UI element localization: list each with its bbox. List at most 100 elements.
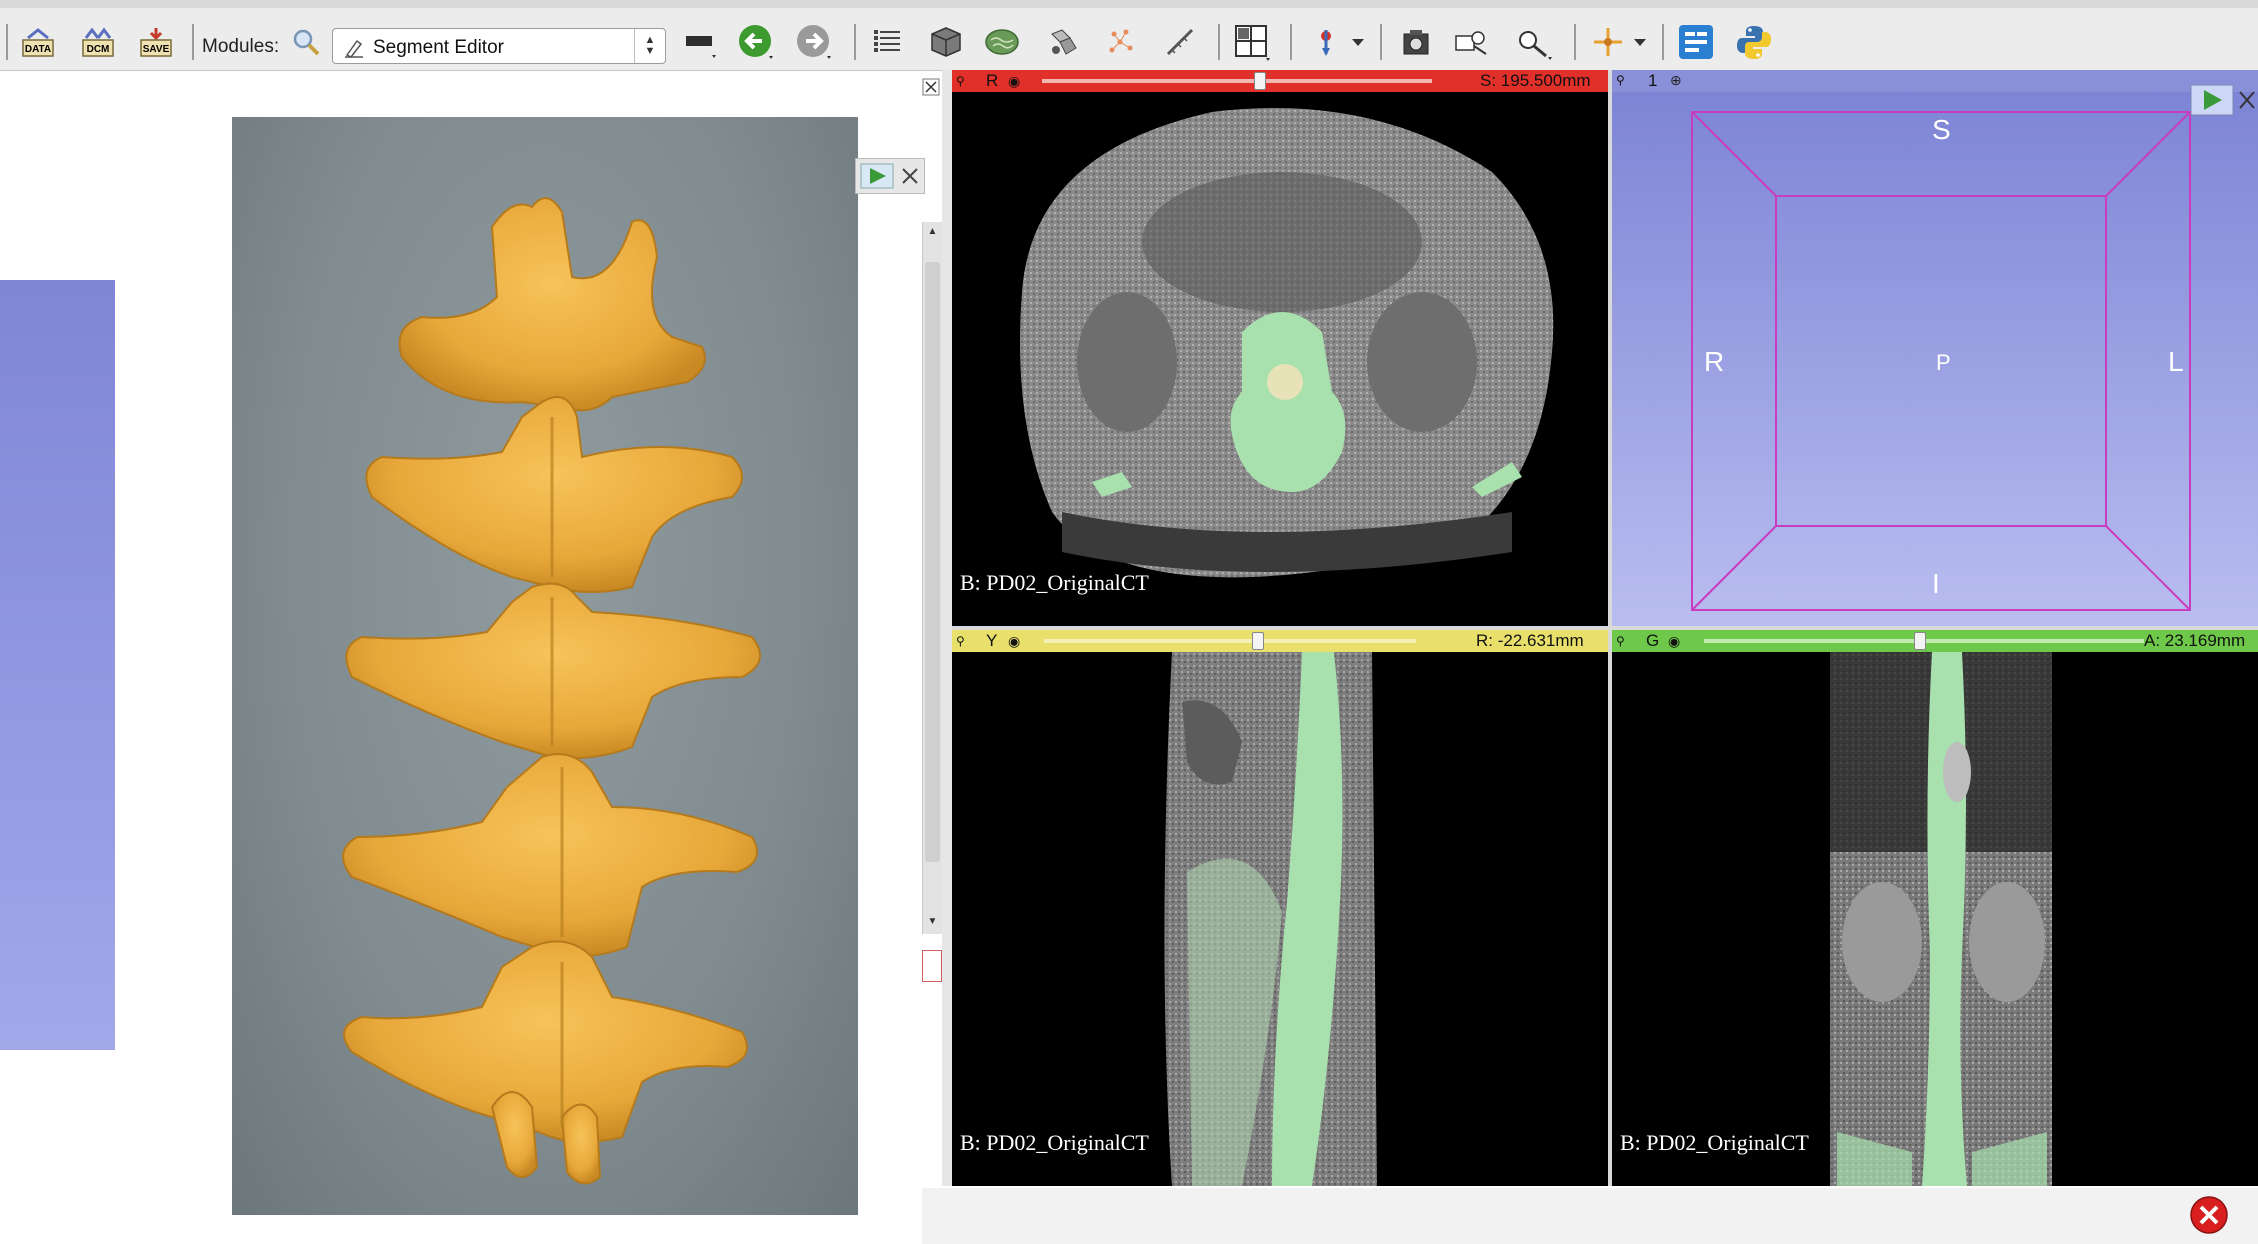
threed-view-index: 1 — [1648, 71, 1658, 90]
green-slice-view[interactable]: ⚲ G ◉ A: 23.169mm B: PD02_OriginalCT — [1612, 630, 2258, 1186]
scrollbar-thumb[interactable] — [925, 262, 940, 862]
main-toolbar: DATA DCM SAVE Modules: Segment Editor ▲ ▼ — [0, 8, 2258, 71]
pin-icon[interactable]: ⚲ — [956, 634, 965, 648]
orientation-superior: S — [1932, 114, 1951, 145]
green-volume-label: B: PD02_OriginalCT — [1620, 1130, 1809, 1155]
crosshair-menu-button[interactable] — [1628, 22, 1652, 62]
red-slice-view[interactable]: ⚲ R ◉ S: 195.500mm B: PD02_OriginalCT — [952, 70, 1608, 626]
orientation-posterior: P — [1936, 350, 1951, 375]
yellow-view-letter: Y — [986, 631, 998, 650]
eye-icon[interactable]: ◉ — [1008, 73, 1020, 90]
yellow-slice-offset: R: -22.631mm — [1476, 631, 1584, 650]
panel-close-icon[interactable] — [922, 78, 942, 98]
red-slice-slider-track[interactable] — [1042, 79, 1432, 83]
data-label: DATA — [25, 44, 51, 55]
red-view-letter: R — [986, 71, 999, 90]
forward-arrow-icon — [797, 25, 831, 59]
models-button[interactable] — [982, 22, 1022, 62]
toolbar-separator — [192, 24, 194, 60]
red-slice-slider-thumb[interactable] — [1254, 72, 1266, 90]
error-log-icon[interactable] — [2189, 1195, 2229, 1235]
fiducial-place-button[interactable] — [1306, 22, 1346, 62]
pin-icon[interactable]: ⚲ — [1616, 634, 1625, 648]
module-search-button[interactable] — [286, 22, 326, 62]
fiducial-menu-button[interactable] — [1346, 22, 1370, 62]
screenshot-button[interactable] — [1396, 22, 1436, 62]
scroll-down-icon[interactable]: ▼ — [925, 916, 940, 930]
ruler-button[interactable] — [1160, 22, 1200, 62]
layout-grid-button[interactable] — [1232, 22, 1272, 62]
threed-view[interactable]: ⚲ 1 ⊕ S I R L P — [1612, 70, 2258, 626]
grid-layout-icon — [1235, 25, 1270, 61]
yellow-slice-controller[interactable]: ⚲ Y ◉ R: -22.631mm — [952, 630, 1608, 652]
modules-label: Modules: — [202, 36, 280, 57]
module-panel-scrollbar[interactable]: ▲ ▼ — [922, 222, 943, 934]
yellow-slice-slider-track[interactable] — [1044, 639, 1416, 643]
eye-icon[interactable]: ◉ — [1008, 633, 1020, 650]
sagittal-ct-image — [1164, 652, 1377, 1186]
yellow-slice-slider-thumb[interactable] — [1252, 632, 1264, 650]
back-arrow-icon — [739, 25, 773, 59]
yellow-slice-view[interactable]: ⚲ Y ◉ R: -22.631mm B: PD02_OriginalCT — [952, 630, 1608, 1186]
status-bar — [922, 1188, 2258, 1244]
module-list-button[interactable] — [868, 22, 908, 62]
toolbar-separator — [1380, 24, 1382, 60]
orientation-left: L — [2168, 346, 2184, 377]
view-splitter-horizontal[interactable] — [952, 626, 2258, 630]
center-view-icon[interactable]: ⊕ — [1670, 72, 1682, 89]
green-slice-controller[interactable]: ⚲ G ◉ A: 23.169mm — [1612, 630, 2258, 652]
red-slice-controller[interactable]: ⚲ R ◉ S: 195.500mm — [952, 70, 1608, 92]
spine-model-photo — [232, 117, 858, 1215]
dicom-button[interactable]: DCM — [78, 22, 118, 62]
toolbar-separator — [854, 24, 856, 60]
markup-points-icon — [1109, 29, 1133, 53]
layout-menu-button[interactable] — [680, 22, 720, 62]
edit-icon — [345, 39, 363, 58]
scene-view-button[interactable] — [1452, 22, 1492, 62]
save-icon: SAVE — [140, 28, 172, 57]
save-button[interactable]: SAVE — [136, 22, 176, 62]
module-panel-background-block — [0, 280, 115, 1050]
load-data-button[interactable]: DATA — [18, 22, 58, 62]
cube-icon — [931, 27, 961, 57]
fiducial-icon — [1321, 30, 1331, 56]
forward-button[interactable] — [794, 22, 834, 62]
crosshair-icon — [1594, 28, 1622, 56]
green-slice-slider-thumb[interactable] — [1914, 632, 1926, 650]
save-label: SAVE — [143, 44, 170, 55]
pin-icon[interactable]: ⚲ — [1616, 73, 1625, 87]
tools-button[interactable] — [1514, 22, 1554, 62]
chevron-down-icon — [1352, 39, 1364, 46]
python-console-button[interactable] — [1734, 22, 1774, 62]
volumes-button[interactable] — [926, 22, 966, 62]
chevron-updown-icon: ▲ ▼ — [634, 29, 665, 63]
orientation-right: R — [1704, 346, 1725, 377]
scroll-up-icon[interactable]: ▲ — [925, 226, 940, 240]
eye-icon[interactable]: ◉ — [1668, 633, 1680, 650]
green-slice-offset: A: 23.169mm — [2144, 631, 2246, 650]
brain-icon — [985, 29, 1019, 55]
green-view-letter: G — [1646, 631, 1660, 650]
module-list-icon — [874, 30, 900, 52]
module-selector[interactable]: Segment Editor ▲ ▼ — [332, 28, 666, 64]
panel-splitter[interactable] — [942, 70, 952, 1186]
orientation-inferior: I — [1932, 568, 1940, 599]
close-icon[interactable] — [898, 163, 922, 189]
dcm-icon: DCM — [82, 27, 114, 57]
threed-view-controller[interactable]: ⚲ 1 ⊕ — [1612, 70, 2258, 92]
yellow-volume-label: B: PD02_OriginalCT — [960, 1130, 1149, 1155]
red-slice-offset: S: 195.500mm — [1480, 71, 1591, 90]
play-icon[interactable] — [860, 163, 894, 189]
red-volume-label: B: PD02_OriginalCT — [960, 570, 1149, 595]
dcm-label: DCM — [87, 44, 110, 55]
transforms-button[interactable] — [1044, 22, 1084, 62]
crosshair-button[interactable] — [1588, 22, 1628, 62]
close-icon[interactable] — [2239, 91, 2255, 109]
back-button[interactable] — [736, 22, 776, 62]
screenshot-icon — [1403, 30, 1429, 55]
panel-edge-handle[interactable] — [922, 950, 942, 982]
pin-icon[interactable]: ⚲ — [956, 74, 968, 88]
extension-manager-button[interactable] — [1676, 22, 1716, 62]
markups-button[interactable] — [1102, 22, 1142, 62]
toolbar-separator — [1218, 24, 1220, 60]
